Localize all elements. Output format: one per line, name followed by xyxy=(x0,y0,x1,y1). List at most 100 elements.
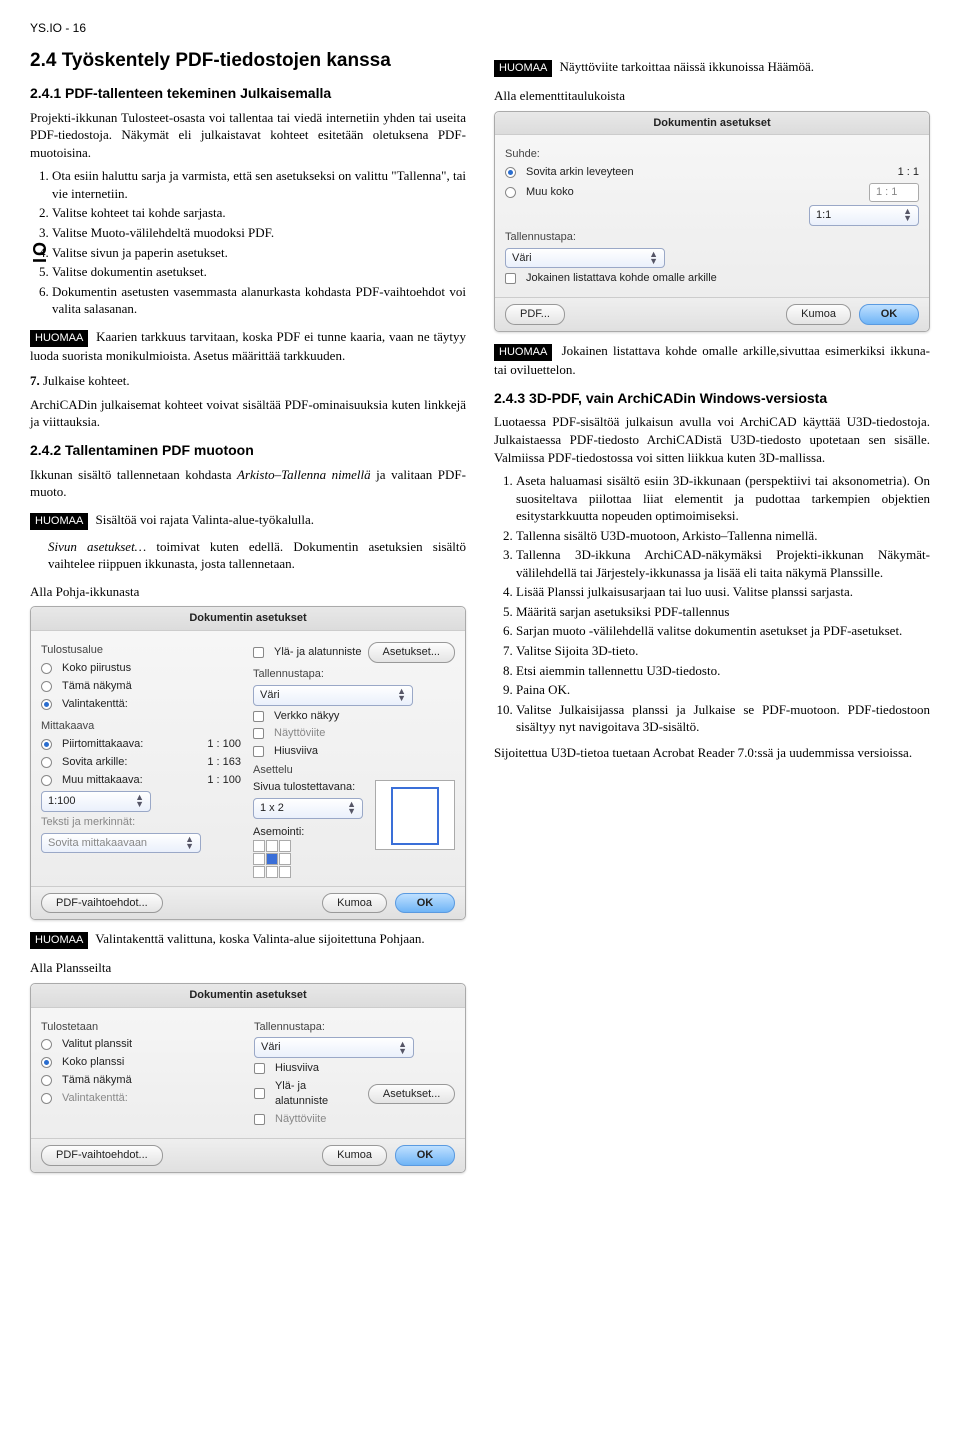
select-vari[interactable]: Väri▲▼ xyxy=(253,685,413,706)
step: Valitse Muoto-välilehdeltä muodoksi PDF. xyxy=(52,224,466,242)
note-badge: HUOMAA xyxy=(30,932,88,949)
radio-koko-planssi[interactable] xyxy=(41,1057,52,1068)
dialog-dokumentin-asetukset-elementti: Dokumentin asetukset Suhde: Sovita arkin… xyxy=(494,111,930,333)
checkbox-yla-alatunniste[interactable] xyxy=(254,1088,265,1099)
step: Lisää Planssi julkaisusarjaan tai luo uu… xyxy=(516,583,930,601)
step: Määritä sarjan asetuksiksi PDF-tallennus xyxy=(516,603,930,621)
radio-muu-koko[interactable] xyxy=(505,187,516,198)
note-text: Näyttöviite tarkoittaa näissä ikkunoissa… xyxy=(560,59,815,74)
pdf-vaihtoehdot-button[interactable]: PDF-vaihtoehdot... xyxy=(41,1145,163,1166)
label-tallennustapa: Tallennustapa: xyxy=(253,667,455,682)
label-mittakaava: Mittakaava xyxy=(41,719,241,734)
radio-sovita-arkille[interactable] xyxy=(41,757,52,768)
para-julk: ArchiCADin julkaisemat kohteet voivat si… xyxy=(30,396,466,431)
step: Paina OK. xyxy=(516,681,930,699)
checkbox-jokainen[interactable] xyxy=(505,273,516,284)
note-badge: HUOMAA xyxy=(30,513,88,530)
select-sivua[interactable]: 1 x 2▲▼ xyxy=(253,798,363,819)
right-column: HUOMAA Näyttöviite tarkoittaa näissä ikk… xyxy=(494,48,930,1182)
select-vari[interactable]: Väri▲▼ xyxy=(254,1037,414,1058)
note-text: Kaarien tarkkuus tarvitaan, koska PDF ei… xyxy=(30,329,466,363)
step: Valitse dokumentin asetukset. xyxy=(52,263,466,281)
asetukset-button[interactable]: Asetukset... xyxy=(368,1084,455,1105)
label-teksti-merkinnat: Teksti ja merkinnät: xyxy=(41,815,241,830)
note-1: HUOMAA Kaarien tarkkuus tarvitaan, koska… xyxy=(30,328,466,364)
radio-muu-mittakaava[interactable] xyxy=(41,775,52,786)
note-badge: HUOMAA xyxy=(494,344,552,361)
checkbox-yla-alatunniste[interactable] xyxy=(253,647,264,658)
select-zoom[interactable]: 1:100▲▼ xyxy=(41,791,151,812)
step: Etsi aiemmin tallennettu U3D-tiedosto. xyxy=(516,662,930,680)
radio-valintakentta[interactable] xyxy=(41,699,52,710)
dialog-dokumentin-asetukset-pohja: Dokumentin asetukset Tulostusalue Koko p… xyxy=(30,606,466,920)
para-intro: Projekti-ikkunan Tulosteet-osasta voi ta… xyxy=(30,109,466,162)
pdf-button[interactable]: PDF... xyxy=(505,304,565,325)
select-vari[interactable]: Väri▲▼ xyxy=(505,248,665,269)
select-zoom[interactable]: 1:1▲▼ xyxy=(809,205,919,226)
radio-valitut-planssit[interactable] xyxy=(41,1039,52,1050)
note-badge: HUOMAA xyxy=(30,330,88,347)
radio-sovita-arkin[interactable] xyxy=(505,167,516,178)
label-sivua: Sivua tulostettavana: xyxy=(253,780,363,795)
label-suhde: Suhde: xyxy=(505,147,919,162)
note-3: HUOMAA Valintakenttä valittuna, koska Va… xyxy=(30,930,466,949)
steps-243: Aseta haluamasi sisältö esiin 3D-ikkunaa… xyxy=(516,472,930,736)
para-end: Sijoitettua U3D-tietoa tuetaan Acrobat R… xyxy=(494,744,930,762)
dialog-title: Dokumentin asetukset xyxy=(31,607,465,631)
caption-elem: Alla elementtitaulukoista xyxy=(494,87,930,105)
step: Valitse Julkaisijassa planssi ja Julkais… xyxy=(516,701,930,736)
left-column: 2.4 Työskentely PDF-tiedostojen kanssa 2… xyxy=(30,48,466,1182)
step: Valitse kohteet tai kohde sarjasta. xyxy=(52,204,466,222)
heading-242: 2.4.2 Tallentaminen PDF muotoon xyxy=(30,441,466,460)
note-4: HUOMAA Näyttöviite tarkoittaa näissä ikk… xyxy=(494,58,930,77)
ok-button[interactable]: OK xyxy=(395,1145,455,1166)
heading-24: 2.4 Työskentely PDF-tiedostojen kanssa xyxy=(30,48,466,74)
step: Tallenna sisältö U3D-muotoon, Arkisto–Ta… xyxy=(516,527,930,545)
caption-planssi: Alla Plansseilta xyxy=(30,959,466,977)
page-header: YS.IO - 16 xyxy=(30,20,930,36)
ok-button[interactable]: OK xyxy=(859,304,919,325)
radio-piirtomittakaava[interactable] xyxy=(41,739,52,750)
step-7: 7. Julkaise kohteet. xyxy=(30,372,466,390)
checkbox-verkko[interactable] xyxy=(253,711,264,722)
step: Valitse sivun ja paperin asetukset. xyxy=(52,244,466,262)
step: Dokumentin asetusten vasemmasta alanurka… xyxy=(52,283,466,318)
radio-tama-nakyma[interactable] xyxy=(41,681,52,692)
pdf-vaihtoehdot-button[interactable]: PDF-vaihtoehdot... xyxy=(41,893,163,914)
radio-tama-nakyma[interactable] xyxy=(41,1075,52,1086)
step: Tallenna 3D-ikkuna ArchiCAD-näkymäksi Pr… xyxy=(516,546,930,581)
radio-koko-piirustus[interactable] xyxy=(41,663,52,674)
checkbox-hiusviiva[interactable] xyxy=(253,746,264,757)
checkbox-nayttoviite[interactable] xyxy=(254,1114,265,1125)
note-2: HUOMAA Sisältöä voi rajata Valinta-alue-… xyxy=(30,511,466,530)
select-teksti[interactable]: Sovita mittakaavaan▲▼ xyxy=(41,833,201,854)
kumoa-button[interactable]: Kumoa xyxy=(322,1145,387,1166)
note-badge: HUOMAA xyxy=(494,60,552,77)
label-tulostetaan: Tulostetaan xyxy=(41,1020,242,1035)
kumoa-button[interactable]: Kumoa xyxy=(322,893,387,914)
dialog-title: Dokumentin asetukset xyxy=(31,984,465,1008)
note-5: HUOMAA Jokainen listattava kohde omalle … xyxy=(494,342,930,378)
step: Aseta haluamasi sisältö esiin 3D-ikkunaa… xyxy=(516,472,930,525)
note-text: Jokainen listattava kohde omalle arkille… xyxy=(494,343,930,377)
label-asemointi: Asemointi: xyxy=(253,825,363,840)
position-grid[interactable] xyxy=(253,840,363,878)
label-tulostusalue: Tulostusalue xyxy=(41,643,241,658)
checkbox-nayttoviite[interactable] xyxy=(253,728,264,739)
step: Sarjan muoto -välilehdellä valitse dokum… xyxy=(516,622,930,640)
kumoa-button[interactable]: Kumoa xyxy=(786,304,851,325)
heading-241: 2.4.1 PDF-tallenteen tekeminen Julkaisem… xyxy=(30,84,466,103)
asetukset-button[interactable]: Asetukset... xyxy=(368,642,455,663)
radio-valintakentta[interactable] xyxy=(41,1093,52,1104)
label-tallennustapa: Tallennustapa: xyxy=(505,230,919,245)
para-sivun: Sivun asetukset… toimivat kuten edellä. … xyxy=(48,538,466,573)
field-muu[interactable]: 1 : 1 xyxy=(869,183,919,202)
step: Valitse Sijoita 3D-tieto. xyxy=(516,642,930,660)
heading-243: 2.4.3 3D-PDF, vain ArchiCADin Windows-ve… xyxy=(494,389,930,408)
checkbox-hiusviiva[interactable] xyxy=(254,1063,265,1074)
note-text: Sisältöä voi rajata Valinta-alue-työkalu… xyxy=(96,512,315,527)
ok-button[interactable]: OK xyxy=(395,893,455,914)
label-tallennustapa: Tallennustapa: xyxy=(254,1020,455,1035)
label-asettelu: Asettelu xyxy=(253,763,455,778)
para-242a: Ikkunan sisältö tallennetaan kohdasta Ar… xyxy=(30,466,466,501)
